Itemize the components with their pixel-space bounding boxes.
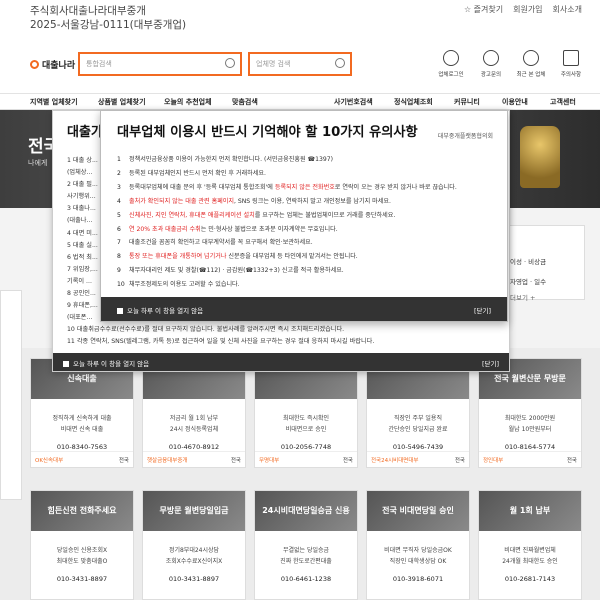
warning-icon [563,50,579,66]
list-item: 8 통장 또는 휴대폰을 개통하여 넘기거나 신분증을 대부업체 등 타인에게 맡… [117,253,358,261]
page: 주식회사대출나라대부중개 2025-서울강남-0111(대부중개업) ☆ 즐겨찾… [0,0,600,600]
user-icon [443,50,459,66]
company-card[interactable]: 직장인 주부 일용직 간단승인 당일지급 완료 010-5496-7439 전국… [366,358,470,468]
popup-title: 대출가 [67,125,103,140]
clock-icon [523,50,539,66]
list-item: 11 각종 연락처, SNS(텔레그램, 카톡 등)로 접근하여 일을 및 신체… [67,338,375,346]
nav-community[interactable]: 커뮤니티 [454,97,480,107]
top-bar: 주식회사대출나라대부중개 2025-서울강남-0111(대부중개업) ☆ 즐겨찾… [0,0,600,38]
checkbox-icon [117,308,123,314]
signup-link[interactable]: 회원가입 [513,4,542,15]
nav-fraud-number-search[interactable]: 사기번호검색 [334,97,373,107]
company-name: 무명대부 [259,458,280,464]
nav-region-search[interactable]: 지역별 업체찾기 [30,97,78,107]
phone-number[interactable]: 010-2056-7748 [255,443,357,451]
list-item: 2 등록된 대부업체인지 반드시 먼저 확인 후 거래하세요. [117,169,266,177]
list-item: 9 채무자대리인 제도 및 경찰(☎112) · 금감원(☎1332+3) 신고를… [117,267,344,275]
phone-number[interactable]: 010-3431-8897 [143,575,245,583]
company-name: 정인대부 [483,458,504,464]
list-item: 6연 20% 초과 대출금리 수취는 민·형사상 불법으로 초과분 이자계약은 … [117,225,338,233]
nav-today-recommended[interactable]: 오늘의 추천업체 [164,97,212,107]
unified-search-input[interactable]: 통합검색 [78,52,242,76]
bookmark-link[interactable]: ☆ 즐겨찾기 [464,4,503,15]
header: 대출나라 통합검색 업체명 검색 업체로그인 광고문의 최근 본 업체 주의사항 [0,38,600,94]
company-card-grid: 신속대출 정직하게 신속하게 대출 비대면 신속 대출 010-8340-756… [30,358,586,600]
search-icon[interactable] [335,58,345,68]
nav-official-company-lookup[interactable]: 정식업체조회 [394,97,433,107]
logo-icon [30,60,39,69]
list-item: 1 정책서민금융상품 이용이 가능한지 먼저 확인합니다. (서민금융진흥원 ☎1… [117,156,333,163]
list-item: 10 대출취급수수료(선수수료)를 절대 요구하지 않습니다. 불법사례를 알려… [67,326,345,334]
ad-inquiry-button[interactable]: 광고문의 [476,50,506,78]
company-card[interactable]: 신속대출 정직하게 신속하게 대출 비대면 신속 대출 010-8340-756… [30,358,134,468]
company-card[interactable]: 힘든신전 전화주세요 당일승인 신용조회X 최대한도 맞춤대출O 010-343… [30,490,134,600]
phone-number[interactable]: 010-3918-6071 [367,575,469,583]
company-card[interactable]: 월 1회 납부 비대면 진짜월변업체 24개월 최대한도 승인 010-2681… [478,490,582,600]
list-item: 3 등록대부업체에 대출 문의 후 '등록 대부업체 통합조회'에 등록되지 않은… [117,183,457,191]
company-name: 전국24시비대면대부 [371,458,419,464]
company-name: 햇살금융대부중개 [147,458,188,464]
list-item: 5 신체사진, 지인 연락처, 휴대폰 애플리케이션 설치를 요구하는 업체는 불… [117,211,396,219]
phone-number[interactable]: 010-4670-8912 [143,443,245,451]
close-button[interactable]: [닫기] [482,358,499,368]
site-logo[interactable]: 대출나라 [30,58,75,71]
company-card[interactable]: 전국 월변산문 무방문 최대한도 2000만원 월납 10만원부터 010-81… [478,358,582,468]
company-search-input[interactable]: 업체명 검색 [248,52,352,76]
checkbox-icon [63,361,69,367]
company-registration: 2025-서울강남-0111(대부중개업) [30,19,187,31]
banner-subtitle: 나에게 [28,159,48,167]
list-item: 7 대출조건을 꼼꼼히 확인하고 대부계약서를 꼭 요구해서 확인·보관하세요. [117,239,313,247]
nav-usage-guide[interactable]: 이용안내 [502,97,528,107]
phone-number[interactable]: 010-2681-7143 [479,575,581,583]
popup-footer: 오늘 하루 이 창을 열지 않음 [닫기] [53,353,509,371]
company-name: 주식회사대출나라대부중개 [30,5,146,17]
nav-customer-center[interactable]: 고객센터 [550,97,576,107]
phone-number[interactable]: 010-5496-7439 [367,443,469,451]
company-card[interactable]: 저금리 월 1회 납부 24시 정식등록업체 010-4670-8912 햇살금… [142,358,246,468]
search-icon[interactable] [225,58,235,68]
nav-custom-search[interactable]: 맞춤검색 [232,97,258,107]
ten-precautions-popup: 대부업체 이용시 반드시 기억해야 할 10가지 유의사항 대부중개플랫폼협의회… [100,110,508,322]
company-login-button[interactable]: 업체로그인 [436,50,466,78]
list-item: 10 채무조정제도의 이용도 고려할 수 있습니다. [117,281,240,289]
top-links: ☆ 즐겨찾기 회원가입 회사소개 [464,4,582,15]
company-card[interactable]: 24시비대면당일승금 신용 무결없는 당일승금 진짜 한도로간편대출 010-6… [254,490,358,600]
popup-organization: 대부중개플랫폼협의회 [437,133,493,140]
about-link[interactable]: 회사소개 [553,4,582,15]
warning-button[interactable]: 주의사항 [556,50,586,78]
company-name: OK신속대부 [35,458,64,464]
main-nav: 지역별 업체찾기 상품별 업체찾기 오늘의 추천업체 맞춤검색 사기번호검색 정… [0,94,600,110]
hide-today-checkbox[interactable]: 오늘 하루 이 창을 열지 않음 [63,360,149,368]
company-card[interactable]: 무방문 월변당일입금 정기8부대24시상담 조회X수수료X신이지X 010-34… [142,490,246,600]
precaution-list: 1 정책서민금융상품 이용이 가능한지 먼저 확인합니다. (서민금융진흥원 ☎1… [117,153,457,292]
nav-product-search[interactable]: 상품별 업체찾기 [98,97,146,107]
header-icons: 업체로그인 광고문의 최근 본 업체 주의사항 [436,50,586,78]
popup-footer: 오늘 하루 이 창을 열지 않음 [닫기] [101,297,507,321]
company-card[interactable]: 전국 비대면당일 승인 비대면 무직자 당일승금OK 직장인 대학생상담 OK … [366,490,470,600]
phone-number[interactable]: 010-6461-1238 [255,575,357,583]
phone-number[interactable]: 010-8164-5774 [479,443,581,451]
megaphone-icon [483,50,499,66]
category-card: 이성 · 비상금 자영업 · 일수 더보기 + [505,225,585,302]
popup-title: 대부업체 이용시 반드시 기억해야 할 10가지 유의사항 [117,125,418,140]
more-link[interactable]: 더보기 + [510,292,580,302]
close-button[interactable]: [닫기] [474,305,491,315]
trophy-image [520,126,560,188]
phone-number[interactable]: 010-3431-8897 [31,575,133,583]
list-item: 4 출처가 확인되지 않는 대출 관련 홈페이지, SNS 링크는 이용, 연락하… [117,197,391,205]
hide-today-checkbox[interactable]: 오늘 하루 이 창을 열지 않음 [117,307,203,315]
recent-companies-button[interactable]: 최근 본 업체 [516,50,546,78]
company-card[interactable]: 최대한도 즉시확인 비대면으로 승인 010-2056-7748 무명대부 전국 [254,358,358,468]
left-side-panel [0,290,22,500]
phone-number[interactable]: 010-8340-7563 [31,443,133,451]
company-info: 주식회사대출나라대부중개 2025-서울강남-0111(대부중개업) [30,4,186,32]
